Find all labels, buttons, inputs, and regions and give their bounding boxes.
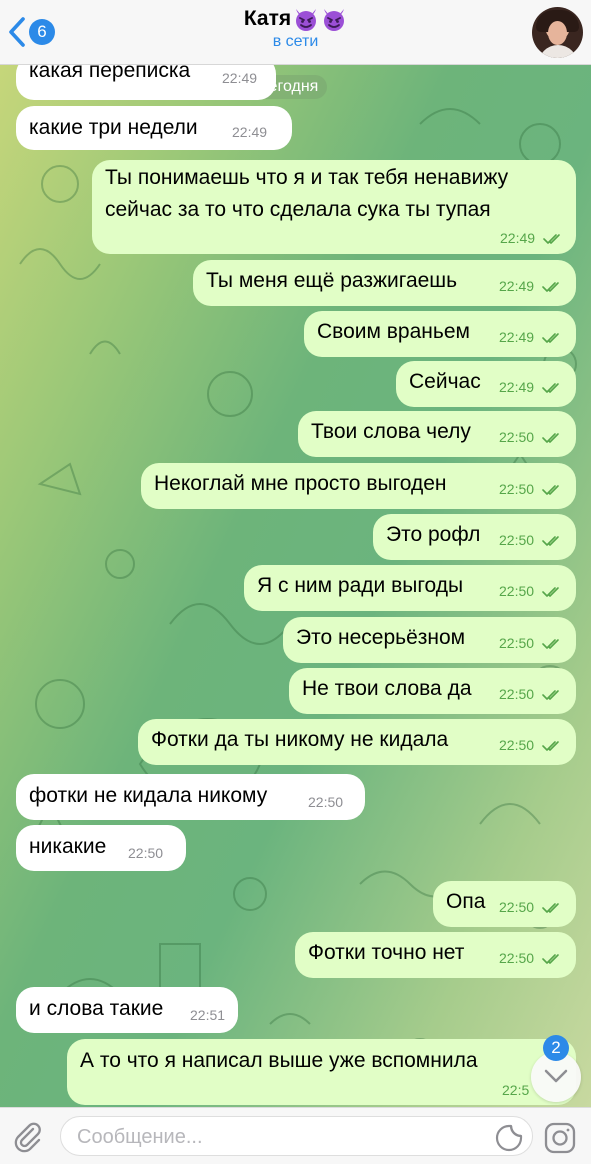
message-text: Ты понимаешь что я и так тебя ненавижу [105,166,509,189]
message-time: 22:50 [499,429,535,445]
message-time: 22:50 [499,686,535,702]
double-check-icon [542,690,559,700]
chat-title-block[interactable]: Катя в сети [0,6,591,51]
outgoing-message[interactable]: Твои слова челу 22:50 [298,411,576,457]
message-text: фотки не кидала никому [29,784,268,807]
message-text: Не твои слова да [302,677,472,700]
outgoing-message[interactable]: Это рофл 22:50 [373,514,576,560]
message-text: Некоглай мне просто выгоден [154,472,447,495]
composer-bar: Сообщение... [0,1107,591,1164]
message-time: 22:49 [499,329,535,345]
message-time: 22:50 [499,532,535,548]
online-status: в сети [272,33,319,50]
message-text: Я с ним ради выгоды [257,574,464,597]
double-check-icon [542,485,559,495]
outgoing-message[interactable]: Ты меня ещё разжигаешь 22:49 [193,260,576,306]
message-time: 22:50 [499,737,535,753]
message-text: Опа [446,890,486,913]
message-time: 22:49 [232,124,268,140]
message-time: 22:50 [499,950,535,966]
chevron-down-icon [544,1069,568,1083]
outgoing-message[interactable]: Я с ним ради выгоды 22:50 [244,565,576,611]
message-text: Твои слова челу [311,420,471,443]
message-time: 22:5 [502,1082,530,1098]
message-time: 22:50 [128,845,164,861]
outgoing-message[interactable]: Это несерьёзном 22:50 [283,617,576,663]
message-time: 22:49 [499,278,535,294]
message-text: Своим враньем [317,320,470,343]
camera-icon[interactable] [544,1122,576,1154]
message-text: Это рофл [386,523,481,546]
message-time: 22:50 [499,635,535,651]
incoming-message[interactable]: какая переписка 22:49 [16,64,276,100]
outgoing-message[interactable]: Не твои слова да 22:50 [289,668,576,714]
outgoing-message[interactable]: Сейчас 22:49 [396,361,576,407]
message-time: 22:49 [499,379,535,395]
message-time: 22:50 [499,899,535,915]
outgoing-message[interactable]: Опа 22:50 [433,881,576,927]
outgoing-message[interactable]: А то что я написал выше уже вспомнила 22:… [67,1039,576,1105]
double-check-icon [542,639,559,649]
double-check-icon [542,536,559,546]
message-input[interactable]: Сообщение... [60,1116,533,1156]
paperclip-icon[interactable] [12,1121,44,1153]
double-check-icon [542,903,559,913]
outgoing-message[interactable]: Ты понимаешь что я и так тебя ненавижу се… [92,160,576,254]
message-time: 22:50 [308,794,344,810]
message-text: Сейчас [409,370,481,393]
message-text: Ты меня ещё разжигаешь [206,269,458,292]
contact-name: Катя [244,6,347,32]
unread-mentions-badge: 2 [543,1035,569,1061]
outgoing-message[interactable]: Некоглай мне просто выгоден 22:50 [141,463,576,509]
message-text: никакие [29,835,107,858]
message-text-line-2: сейчас за то что сделала сука ты тупая [105,198,491,221]
message-text: Это несерьёзном [296,626,466,649]
message-list[interactable]: Сегодня какая переписка 22:49 какие три не… [0,64,591,1107]
double-check-icon [542,587,559,597]
message-text: какая переписка [29,64,191,82]
contact-name-text: Катя [243,7,292,30]
double-check-icon [542,954,559,964]
outgoing-message[interactable]: Своим враньем 22:49 [304,311,576,357]
double-check-icon [542,282,559,292]
message-text: Фотки да ты никому не кидала [151,728,449,751]
message-time: 22:51 [190,1007,226,1023]
devil-emoji-icon [296,9,317,31]
incoming-message[interactable]: и слова такие 22:51 [16,987,238,1033]
message-text: А то что я написал выше уже вспомнила [80,1049,478,1072]
message-time: 22:49 [500,230,536,246]
message-time: 22:49 [222,70,258,86]
devil-emoji-icon [324,9,345,31]
incoming-message[interactable]: никакие 22:50 [16,825,186,871]
incoming-message[interactable]: фотки не кидала никому 22:50 [16,774,365,820]
message-text: Фотки точно нет [308,941,465,964]
double-check-icon [542,741,559,751]
message-placeholder: Сообщение... [77,1126,203,1148]
outgoing-message[interactable]: Фотки точно нет 22:50 [295,932,576,978]
chat-header: 6 Катя в сети [0,0,591,65]
double-check-icon [542,383,559,393]
double-check-icon [542,433,559,443]
sticker-icon[interactable] [495,1124,523,1152]
message-time: 22:50 [499,583,535,599]
double-check-icon [542,333,559,343]
double-check-icon [543,234,560,244]
message-text: и слова такие [29,997,164,1020]
incoming-message[interactable]: какие три недели 22:49 [16,106,292,150]
message-time: 22:50 [499,481,535,497]
outgoing-message[interactable]: Фотки да ты никому не кидала 22:50 [138,719,576,765]
avatar[interactable] [532,7,583,58]
message-text: какие три недели [29,116,198,139]
